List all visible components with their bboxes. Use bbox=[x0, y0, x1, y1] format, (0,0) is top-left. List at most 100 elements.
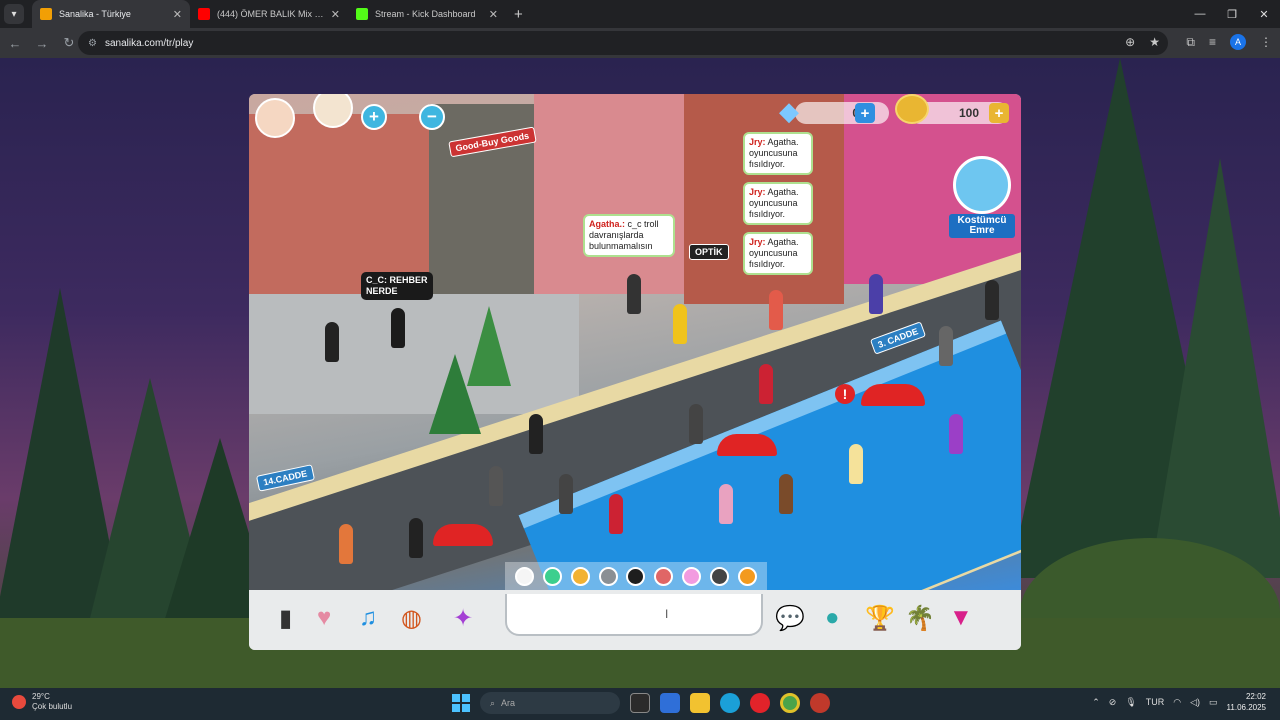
address-bar[interactable]: ⚙ sanalika.com/tr/play ⊕ ★ bbox=[78, 31, 1168, 55]
phone-icon[interactable]: ▮ bbox=[279, 604, 292, 633]
color-swatch[interactable] bbox=[681, 566, 701, 586]
avatar-character[interactable] bbox=[689, 404, 703, 444]
beach-umbrella bbox=[433, 524, 493, 546]
back-icon[interactable]: ← bbox=[3, 36, 27, 51]
avatar-character[interactable] bbox=[869, 274, 883, 314]
tab-sanalika[interactable]: Sanalika - Türkiye ✕ bbox=[32, 0, 190, 28]
language-indicator[interactable]: TUR bbox=[1146, 697, 1165, 707]
buy-diamond-button[interactable]: + bbox=[855, 103, 875, 123]
minimize-icon[interactable]: — bbox=[1184, 8, 1216, 20]
weather-widget[interactable]: 29°C Çok bulutlu bbox=[12, 692, 72, 712]
buy-coin-button[interactable]: + bbox=[989, 103, 1009, 123]
app-icon[interactable] bbox=[810, 693, 830, 713]
player-avatar[interactable] bbox=[255, 98, 295, 138]
menu-dropdown-icon[interactable]: ▼ bbox=[949, 604, 973, 632]
profile-avatar[interactable]: A bbox=[1230, 34, 1246, 50]
close-tab-icon[interactable]: ✕ bbox=[331, 8, 340, 21]
avatar-character[interactable] bbox=[391, 308, 405, 348]
opera-icon[interactable] bbox=[750, 693, 770, 713]
text-cursor-icon: I bbox=[665, 607, 669, 621]
action-icon[interactable]: ✦ bbox=[453, 604, 473, 633]
avatar-character[interactable] bbox=[529, 414, 543, 454]
chat-bubbles-icon[interactable]: 💬 bbox=[775, 604, 805, 633]
npc-name-label: Kostümcü Emre bbox=[949, 214, 1015, 238]
clock[interactable]: 22:02 11.06.2025 bbox=[1227, 691, 1266, 713]
tab-youtube[interactable]: (444) ÖMER BALIK Mix - Best o ✕ bbox=[190, 0, 348, 28]
menu-icon[interactable]: ⋮ bbox=[1260, 35, 1272, 49]
bag-icon[interactable]: ◍ bbox=[401, 604, 422, 633]
costumer-npc-avatar[interactable] bbox=[953, 156, 1011, 214]
color-swatch[interactable] bbox=[709, 566, 729, 586]
wifi-icon[interactable]: ◠ bbox=[1173, 697, 1181, 708]
kick-favicon-icon bbox=[356, 8, 368, 20]
color-swatch[interactable] bbox=[570, 566, 590, 586]
weather-text: Çok bulutlu bbox=[32, 702, 73, 711]
bookmark-star-icon[interactable]: ★ bbox=[1149, 35, 1160, 49]
task-view-icon[interactable] bbox=[630, 693, 650, 713]
color-swatch[interactable] bbox=[737, 566, 757, 586]
avatar-character[interactable] bbox=[339, 524, 353, 564]
taskbar-search[interactable]: ⌕ Ara bbox=[480, 692, 620, 714]
battery-icon[interactable]: ▭ bbox=[1209, 697, 1218, 708]
game-scene[interactable]: Good-Buy Goods OPTİK 14.CADDE 3. CADDE ! bbox=[249, 94, 1021, 650]
color-swatch[interactable] bbox=[626, 566, 646, 586]
friends-icon[interactable]: ♥ bbox=[317, 604, 331, 632]
game-canvas[interactable]: Good-Buy Goods OPTİK 14.CADDE 3. CADDE ! bbox=[249, 94, 1021, 650]
color-swatch[interactable] bbox=[543, 566, 563, 586]
avatar-character[interactable] bbox=[719, 484, 733, 524]
island-icon[interactable]: 🌴 bbox=[905, 604, 935, 633]
mic-icon[interactable]: 🎙 bbox=[1125, 697, 1136, 708]
avatar-character[interactable] bbox=[609, 494, 623, 534]
trophy-icon[interactable]: 🏆 bbox=[865, 604, 895, 633]
avatar-character[interactable] bbox=[325, 322, 339, 362]
color-swatch[interactable] bbox=[654, 566, 674, 586]
extensions-icon[interactable]: ⧉ bbox=[1186, 35, 1195, 50]
search-icon: ⌕ bbox=[490, 697, 496, 708]
avatar-character[interactable] bbox=[559, 474, 573, 514]
avatar-character[interactable] bbox=[769, 290, 783, 330]
forward-icon[interactable]: → bbox=[30, 36, 54, 51]
avatar-character[interactable] bbox=[985, 280, 999, 320]
chat-input[interactable] bbox=[505, 594, 763, 636]
site-info-icon[interactable]: ⚙ bbox=[88, 38, 97, 49]
tab-kick[interactable]: Stream - Kick Dashboard ✕ bbox=[348, 0, 506, 28]
avatar-character[interactable] bbox=[949, 414, 963, 454]
chat-bubble: Agatha.: c_c troll davranışlarda bulunma… bbox=[583, 214, 675, 257]
avatar-character[interactable] bbox=[489, 466, 503, 506]
zoom-out-button[interactable]: − bbox=[419, 104, 445, 130]
color-swatch[interactable] bbox=[598, 566, 618, 586]
avatar-character[interactable] bbox=[779, 474, 793, 514]
show-hidden-icon[interactable]: ⌃ bbox=[1092, 697, 1100, 708]
avatar-character[interactable] bbox=[939, 326, 953, 366]
bubble-sender: Jry: bbox=[749, 187, 766, 197]
alert-icon[interactable]: ! bbox=[835, 384, 855, 404]
copilot-icon[interactable] bbox=[660, 693, 680, 713]
tab-search-button[interactable]: ▾ bbox=[4, 4, 24, 24]
media-controls-icon[interactable]: ≡ bbox=[1209, 35, 1216, 49]
chat-bubble: Jry: Agatha. oyuncusuna fısıldıyor. bbox=[743, 232, 813, 275]
close-tab-icon[interactable]: ✕ bbox=[173, 8, 182, 21]
avatar-character[interactable] bbox=[759, 364, 773, 404]
maximize-icon[interactable]: ❐ bbox=[1216, 8, 1248, 21]
dance-icon[interactable]: ♫ bbox=[359, 604, 377, 632]
volume-icon[interactable]: ◁) bbox=[1190, 697, 1200, 708]
bubble-sender: Jry: bbox=[749, 137, 766, 147]
close-window-icon[interactable]: ✕ bbox=[1248, 8, 1280, 21]
close-tab-icon[interactable]: ✕ bbox=[489, 8, 498, 21]
zoom-icon[interactable]: ⊕ bbox=[1125, 35, 1135, 49]
pet-icon[interactable]: ● bbox=[825, 604, 840, 632]
youtube-favicon-icon bbox=[198, 8, 210, 20]
start-icon[interactable] bbox=[452, 694, 470, 712]
chrome-icon[interactable] bbox=[780, 693, 800, 713]
avatar-character[interactable] bbox=[409, 518, 423, 558]
zoom-in-button[interactable]: + bbox=[361, 104, 387, 130]
color-swatch[interactable] bbox=[515, 566, 535, 586]
color-palette bbox=[505, 562, 767, 590]
file-explorer-icon[interactable] bbox=[690, 693, 710, 713]
edge-icon[interactable] bbox=[720, 693, 740, 713]
avatar-character[interactable] bbox=[673, 304, 687, 344]
avatar-character[interactable] bbox=[627, 274, 641, 314]
network-icon[interactable]: ⊘ bbox=[1109, 697, 1117, 708]
new-tab-icon[interactable]: + bbox=[514, 6, 523, 23]
avatar-character[interactable] bbox=[849, 444, 863, 484]
